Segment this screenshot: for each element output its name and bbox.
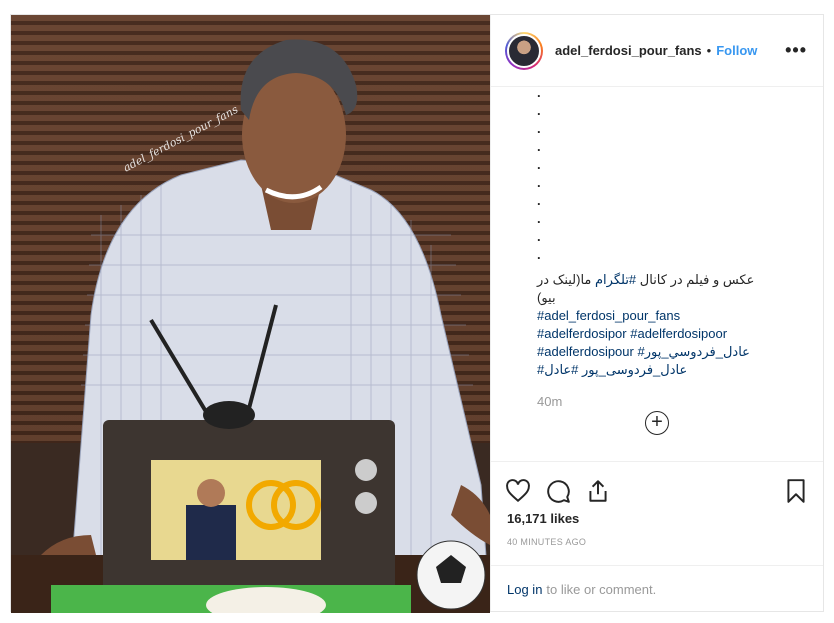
caption-dot: . [537, 139, 541, 154]
follow-button[interactable]: Follow [716, 43, 757, 58]
caption-text-end: ما(لینک در بیو) [537, 272, 595, 305]
caption-dot: . [537, 175, 541, 190]
caption-dot: . [537, 85, 541, 100]
caption-dot: . [537, 247, 541, 262]
hashtag-link[interactable]: #adel_ferdosi_pour_fans [537, 308, 680, 323]
login-link[interactable]: Log in [507, 582, 542, 597]
avatar[interactable] [505, 31, 543, 70]
caption-text: عکس و فیلم در کانال #تلگرام ما(لینک در ب… [537, 271, 767, 307]
post-header: adel_ferdosi_pour_fans • Follow ••• [491, 15, 823, 87]
hashtag-link[interactable]: #تلگرام [595, 272, 636, 287]
caption-dot: . [537, 103, 541, 118]
more-options-icon[interactable]: ••• [785, 40, 807, 61]
caption-dot: . [537, 157, 541, 172]
caption-dot: . [537, 193, 541, 208]
post-timestamp: 40 MINUTES AGO [507, 537, 587, 547]
photo-scene [11, 39, 490, 613]
avatar-image [507, 33, 541, 68]
hashtag-link[interactable]: #adelferdosipour #عادل_فردوسي_پور [537, 344, 750, 359]
instagram-post: adel_ferdosi_pour_fans adel_ferdosi_pour… [10, 14, 824, 613]
comment-icon[interactable] [545, 478, 571, 504]
caption-time: 40m [537, 394, 563, 409]
post-sidebar: adel_ferdosi_pour_fans • Follow ••• . . … [490, 15, 823, 611]
load-more-comments-icon[interactable]: + [645, 411, 669, 435]
post-photo[interactable]: adel_ferdosi_pour_fans [11, 15, 490, 613]
bookmark-icon[interactable] [783, 478, 809, 504]
likes-count[interactable]: 16,171 likes [507, 511, 579, 526]
header-separator: • [706, 43, 712, 58]
caption-dot: . [537, 211, 541, 226]
heart-icon[interactable] [505, 478, 531, 504]
caption-text-start: عکس و فیلم در کانال [636, 272, 755, 287]
caption-dot: . [537, 229, 541, 244]
login-prompt: Log in to like or comment. [491, 565, 823, 613]
caption-dots: . . . . . . . . . . [537, 85, 807, 267]
login-prompt-text: to like or comment. [546, 582, 657, 597]
hashtag-list: #adel_ferdosi_pour_fans #adelferdosipor … [537, 307, 807, 379]
share-icon[interactable] [585, 478, 611, 504]
hashtag-link[interactable]: #عادل_فردوسی_پور #عادل [537, 362, 687, 377]
caption-dot: . [537, 121, 541, 136]
hashtag-link[interactable]: #adelferdosipor #adelferdosipoor [537, 326, 727, 341]
username-link[interactable]: adel_ferdosi_pour_fans [555, 43, 702, 58]
post-caption: . . . . . . . . . . عکس و فیلم در کانال … [491, 85, 823, 449]
